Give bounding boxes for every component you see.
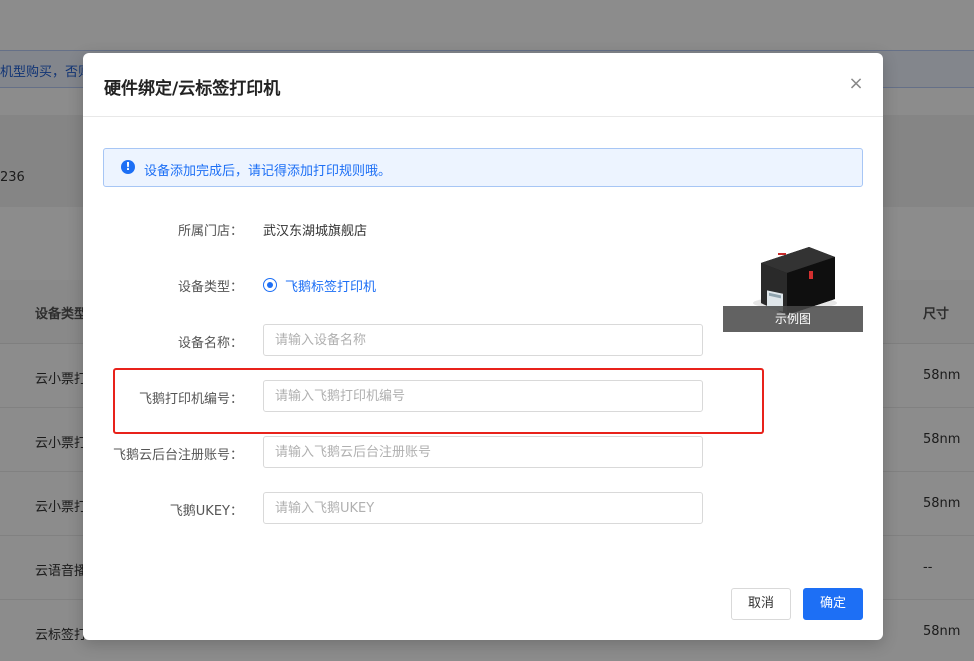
printer-sn-input[interactable] (263, 380, 703, 412)
device-type-label: 设备类型： (177, 280, 243, 295)
cloud-account-input[interactable] (263, 436, 703, 468)
ukey-label: 飞鹅UKEY： (169, 504, 243, 519)
device-name-input[interactable] (263, 324, 703, 356)
alert-text: 设备添加完成后，请记得添加打印规则哦。 (144, 164, 392, 179)
store-value: 武汉东湖城旗舰店 (263, 224, 368, 239)
ukey-input[interactable] (263, 492, 703, 524)
example-caption: 示例图 (723, 306, 863, 332)
radio-checked-dot (267, 282, 273, 288)
device-name-label: 设备名称： (177, 336, 243, 351)
example-image: 示例图 (723, 223, 863, 332)
cancel-button[interactable]: 取消 (731, 588, 791, 620)
device-type-option-label[interactable]: 飞鹅标签打印机 (285, 276, 376, 295)
store-label: 所属门店： (177, 224, 243, 239)
dialog-title: 硬件绑定/云标签打印机 (104, 79, 281, 99)
dialog-header: 硬件绑定/云标签打印机 × (83, 53, 883, 117)
info-icon: ! (121, 160, 135, 174)
cloud-account-label: 飞鹅云后台注册账号： (112, 448, 243, 463)
close-icon[interactable]: × (845, 73, 867, 95)
bind-printer-dialog: 硬件绑定/云标签打印机 × ! 设备添加完成后，请记得添加打印规则哦。 所属门店… (83, 53, 883, 640)
info-alert: ! 设备添加完成后，请记得添加打印规则哦。 (103, 148, 863, 187)
device-type-radio[interactable] (263, 278, 277, 292)
printer-sn-label: 飞鹅打印机编号： (138, 392, 243, 407)
ok-button[interactable]: 确定 (803, 588, 863, 620)
